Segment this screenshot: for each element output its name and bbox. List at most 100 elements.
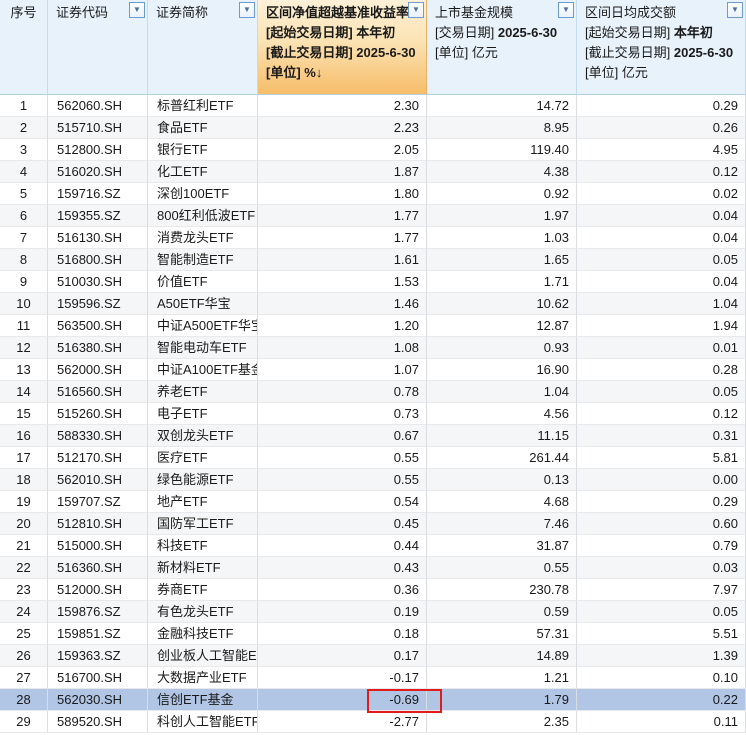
- cell-excess[interactable]: 1.77: [258, 227, 427, 249]
- cell-code[interactable]: 512170.SH: [48, 447, 148, 469]
- cell-scale[interactable]: 4.68: [427, 491, 577, 513]
- cell-excess[interactable]: 0.44: [258, 535, 427, 557]
- filter-dropdown-icon[interactable]: ▼: [129, 2, 145, 18]
- cell-excess[interactable]: 0.19: [258, 601, 427, 623]
- cell-excess[interactable]: -0.69: [258, 689, 427, 711]
- table-row[interactable]: 26159363.SZ创业板人工智能E...0.1714.891.39: [0, 645, 746, 667]
- cell-idx[interactable]: 13: [0, 359, 48, 381]
- cell-code[interactable]: 516700.SH: [48, 667, 148, 689]
- cell-scale[interactable]: 0.59: [427, 601, 577, 623]
- cell-code[interactable]: 512810.SH: [48, 513, 148, 535]
- cell-idx[interactable]: 3: [0, 139, 48, 161]
- cell-turnover[interactable]: 0.02: [577, 183, 746, 205]
- cell-excess[interactable]: -2.77: [258, 711, 427, 733]
- cell-scale[interactable]: 230.78: [427, 579, 577, 601]
- cell-code[interactable]: 516130.SH: [48, 227, 148, 249]
- cell-idx[interactable]: 7: [0, 227, 48, 249]
- cell-turnover[interactable]: 0.11: [577, 711, 746, 733]
- cell-idx[interactable]: 8: [0, 249, 48, 271]
- cell-turnover[interactable]: 5.51: [577, 623, 746, 645]
- cell-excess[interactable]: 0.55: [258, 447, 427, 469]
- cell-idx[interactable]: 29: [0, 711, 48, 733]
- cell-scale[interactable]: 1.97: [427, 205, 577, 227]
- table-row[interactable]: 4516020.SH化工ETF1.874.380.12: [0, 161, 746, 183]
- cell-excess[interactable]: 0.17: [258, 645, 427, 667]
- cell-turnover[interactable]: 0.28: [577, 359, 746, 381]
- filter-dropdown-icon[interactable]: ▼: [408, 2, 424, 18]
- cell-code[interactable]: 159851.SZ: [48, 623, 148, 645]
- cell-name[interactable]: 中证A500ETF华宝: [148, 315, 258, 337]
- cell-code[interactable]: 159363.SZ: [48, 645, 148, 667]
- cell-turnover[interactable]: 0.31: [577, 425, 746, 447]
- cell-idx[interactable]: 22: [0, 557, 48, 579]
- table-row[interactable]: 19159707.SZ地产ETF0.544.680.29: [0, 491, 746, 513]
- cell-code[interactable]: 515710.SH: [48, 117, 148, 139]
- cell-excess[interactable]: 0.18: [258, 623, 427, 645]
- cell-excess[interactable]: 1.80: [258, 183, 427, 205]
- cell-excess[interactable]: 0.43: [258, 557, 427, 579]
- cell-name[interactable]: 价值ETF: [148, 271, 258, 293]
- cell-excess[interactable]: 1.20: [258, 315, 427, 337]
- cell-excess[interactable]: 0.54: [258, 491, 427, 513]
- cell-scale[interactable]: 1.04: [427, 381, 577, 403]
- cell-code[interactable]: 515260.SH: [48, 403, 148, 425]
- cell-excess[interactable]: 0.73: [258, 403, 427, 425]
- table-row[interactable]: 8516800.SH智能制造ETF1.611.650.05: [0, 249, 746, 271]
- cell-scale[interactable]: 14.72: [427, 95, 577, 117]
- cell-excess[interactable]: -0.17: [258, 667, 427, 689]
- cell-turnover[interactable]: 0.26: [577, 117, 746, 139]
- cell-turnover[interactable]: 0.05: [577, 249, 746, 271]
- cell-name[interactable]: 新材料ETF: [148, 557, 258, 579]
- cell-scale[interactable]: 0.13: [427, 469, 577, 491]
- cell-code[interactable]: 588330.SH: [48, 425, 148, 447]
- cell-idx[interactable]: 14: [0, 381, 48, 403]
- table-row[interactable]: 16588330.SH双创龙头ETF0.6711.150.31: [0, 425, 746, 447]
- cell-scale[interactable]: 1.79: [427, 689, 577, 711]
- cell-idx[interactable]: 16: [0, 425, 48, 447]
- cell-turnover[interactable]: 1.39: [577, 645, 746, 667]
- table-row[interactable]: 28562030.SH信创ETF基金-0.691.790.22: [0, 689, 746, 711]
- table-row[interactable]: 18562010.SH绿色能源ETF0.550.130.00: [0, 469, 746, 491]
- cell-scale[interactable]: 1.03: [427, 227, 577, 249]
- cell-name[interactable]: 银行ETF: [148, 139, 258, 161]
- cell-idx[interactable]: 17: [0, 447, 48, 469]
- cell-name[interactable]: 双创龙头ETF: [148, 425, 258, 447]
- cell-scale[interactable]: 261.44: [427, 447, 577, 469]
- cell-idx[interactable]: 5: [0, 183, 48, 205]
- cell-idx[interactable]: 11: [0, 315, 48, 337]
- cell-turnover[interactable]: 1.94: [577, 315, 746, 337]
- cell-name[interactable]: 养老ETF: [148, 381, 258, 403]
- cell-name[interactable]: 深创100ETF: [148, 183, 258, 205]
- cell-scale[interactable]: 16.90: [427, 359, 577, 381]
- cell-name[interactable]: 电子ETF: [148, 403, 258, 425]
- cell-name[interactable]: 大数据产业ETF: [148, 667, 258, 689]
- cell-scale[interactable]: 14.89: [427, 645, 577, 667]
- cell-name[interactable]: 科技ETF: [148, 535, 258, 557]
- filter-dropdown-icon[interactable]: ▼: [727, 2, 743, 18]
- table-row[interactable]: 23512000.SH券商ETF0.36230.787.97: [0, 579, 746, 601]
- column-header-idx[interactable]: 序号: [0, 0, 48, 95]
- table-row[interactable]: 21515000.SH科技ETF0.4431.870.79: [0, 535, 746, 557]
- table-row[interactable]: 11563500.SH中证A500ETF华宝1.2012.871.94: [0, 315, 746, 337]
- table-row[interactable]: 5159716.SZ深创100ETF1.800.920.02: [0, 183, 746, 205]
- cell-excess[interactable]: 1.53: [258, 271, 427, 293]
- table-row[interactable]: 9510030.SH价值ETF1.531.710.04: [0, 271, 746, 293]
- cell-idx[interactable]: 12: [0, 337, 48, 359]
- cell-name[interactable]: 券商ETF: [148, 579, 258, 601]
- cell-scale[interactable]: 1.21: [427, 667, 577, 689]
- table-row[interactable]: 3512800.SH银行ETF2.05119.404.95: [0, 139, 746, 161]
- cell-scale[interactable]: 10.62: [427, 293, 577, 315]
- table-row[interactable]: 20512810.SH国防军工ETF0.457.460.60: [0, 513, 746, 535]
- cell-turnover[interactable]: 0.29: [577, 95, 746, 117]
- cell-code[interactable]: 516380.SH: [48, 337, 148, 359]
- cell-code[interactable]: 512000.SH: [48, 579, 148, 601]
- table-row[interactable]: 6159355.SZ800红利低波ETF1.771.970.04: [0, 205, 746, 227]
- cell-excess[interactable]: 0.36: [258, 579, 427, 601]
- cell-idx[interactable]: 26: [0, 645, 48, 667]
- cell-excess[interactable]: 0.55: [258, 469, 427, 491]
- cell-code[interactable]: 510030.SH: [48, 271, 148, 293]
- cell-idx[interactable]: 23: [0, 579, 48, 601]
- filter-dropdown-icon[interactable]: ▼: [558, 2, 574, 18]
- cell-scale[interactable]: 4.38: [427, 161, 577, 183]
- cell-idx[interactable]: 15: [0, 403, 48, 425]
